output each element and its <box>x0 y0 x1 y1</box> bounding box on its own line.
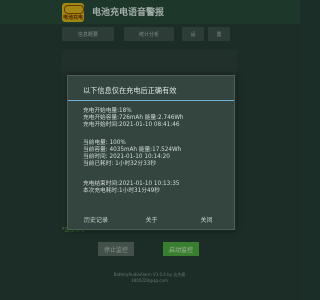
elapsed-time: 当前已耗时: 1小时32分33秒 <box>83 161 157 167</box>
dialog-title: 以下信息仅在充电后正确有效 <box>83 86 177 95</box>
start-capacity: 充电开始容量:726mAh 能量:2.746Wh <box>83 115 184 121</box>
dialog-button-row: 历史记录 关于 关闭 <box>68 209 234 229</box>
charge-duration: 本次充电耗时:1小时31分49秒 <box>83 188 160 194</box>
history-button[interactable]: 历史记录 <box>68 209 124 229</box>
current-capacity: 当前容量: 4035mAh 能量:17.524Wh <box>83 147 182 153</box>
start-level: 充电开始电量:18% <box>83 108 132 114</box>
close-button[interactable]: 关闭 <box>179 209 234 229</box>
end-time: 充电结束时间:2021-01-10 10:13:35 <box>83 181 180 187</box>
current-time: 当前时间: 2021-01-10 10:14:20 <box>83 154 170 160</box>
about-button[interactable]: 关于 <box>124 209 179 229</box>
dialog-title-divider <box>68 100 234 101</box>
current-level: 当前电量: 100% <box>83 140 126 146</box>
charge-info-dialog: 以下信息仅在充电后正确有效 充电开始电量:18% 充电开始容量:726mAh 能… <box>67 75 235 230</box>
start-time: 充电开始时间:2021-01-10 08:41:46 <box>83 122 180 128</box>
